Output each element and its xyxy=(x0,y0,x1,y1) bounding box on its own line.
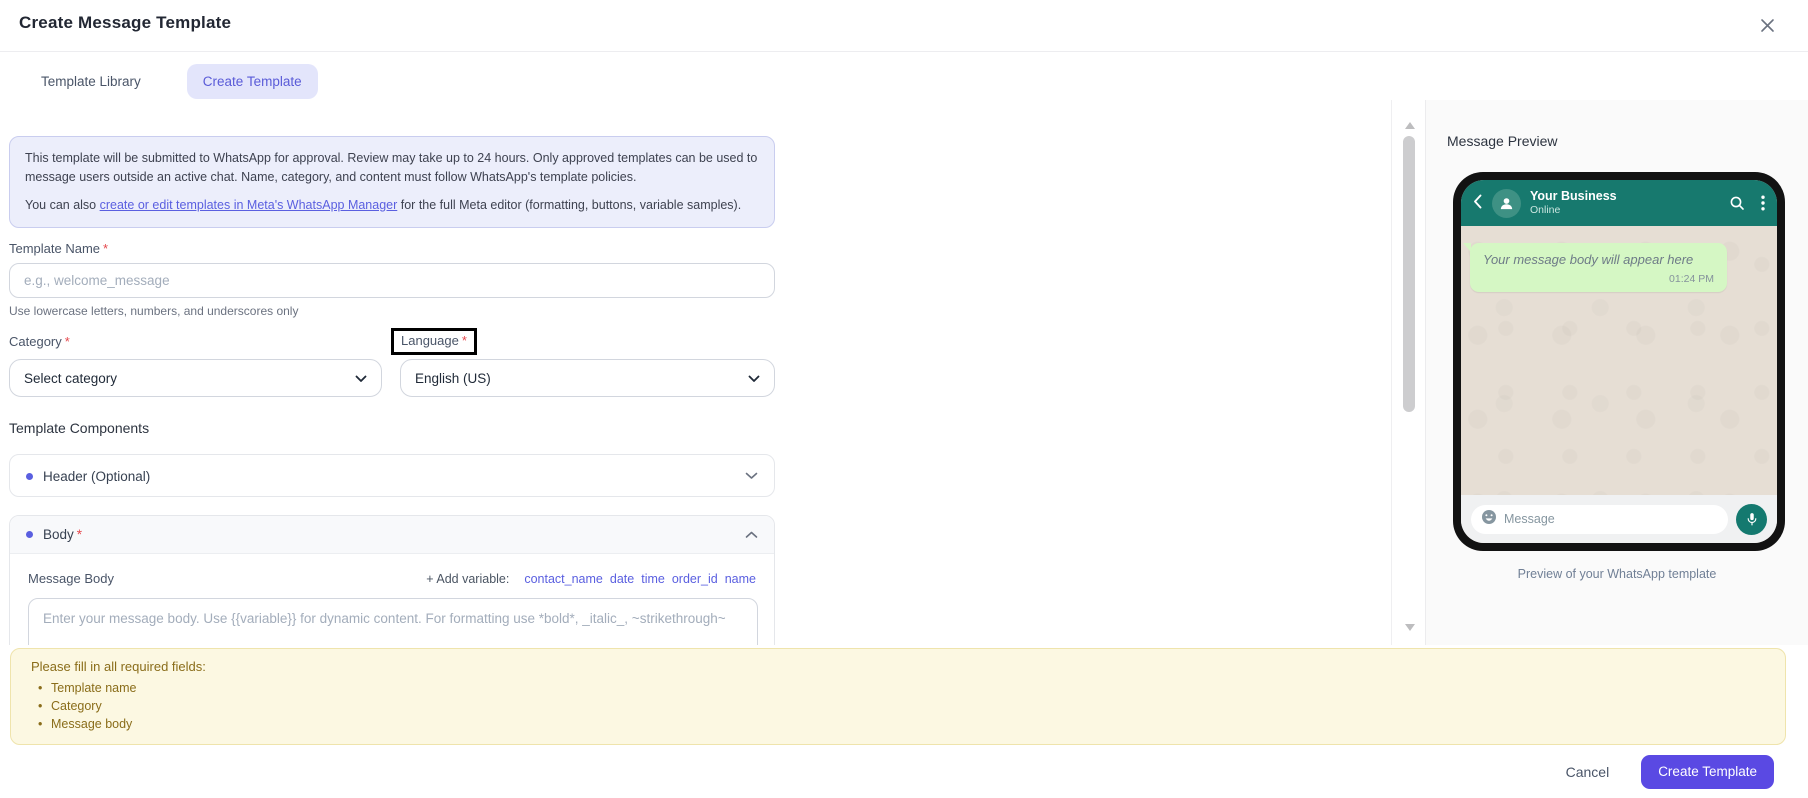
bullet-dot xyxy=(26,472,33,480)
variable-link-time[interactable]: time xyxy=(641,572,665,586)
mock-message-input: Message xyxy=(1471,504,1728,534)
template-form: This template will be submitted to Whats… xyxy=(0,100,1392,645)
dialog-header: Create Message Template xyxy=(0,0,1808,52)
message-bubble: Your message body will appear here 01:24… xyxy=(1463,243,1727,292)
language-label: Language * xyxy=(401,333,467,348)
variable-link-contact-name[interactable]: contact_name xyxy=(524,572,603,586)
tab-create-template[interactable]: Create Template xyxy=(186,63,318,99)
business-avatar xyxy=(1492,188,1521,218)
chevron-down-icon xyxy=(745,467,758,485)
required-asterisk: * xyxy=(76,527,83,542)
dialog-body: This template will be submitted to Whats… xyxy=(0,100,1808,645)
back-chevron-icon xyxy=(1473,194,1482,212)
template-name-label: Template Name * xyxy=(9,241,109,256)
template-components-heading: Template Components xyxy=(9,420,150,436)
validation-item-category: Category xyxy=(31,697,1765,715)
add-variable-label: + Add variable: xyxy=(426,572,510,586)
language-select-value: English (US) xyxy=(415,370,491,386)
search-icon xyxy=(1729,195,1745,211)
page-title: Create Message Template xyxy=(19,13,232,32)
header-section-label: Header (Optional) xyxy=(43,468,151,484)
scrollbar-down-arrow[interactable] xyxy=(1405,624,1415,631)
validation-title: Please fill in all required fields: xyxy=(31,659,206,674)
close-icon[interactable] xyxy=(1754,12,1780,38)
whatsapp-manager-link[interactable]: create or edit templates in Meta's Whats… xyxy=(100,198,398,212)
chevron-down-icon xyxy=(748,371,760,386)
kebab-menu-icon xyxy=(1761,195,1765,211)
category-select[interactable]: Select category xyxy=(9,359,382,397)
validation-warning-box: Please fill in all required fields: Temp… xyxy=(10,648,1786,745)
body-section-accordion: Body * Message Body + Add variable: conta… xyxy=(9,515,775,645)
message-preview-panel: Message Preview Your Business Online You… xyxy=(1425,100,1808,645)
bubble-placeholder-text: Your message body will appear here xyxy=(1483,252,1694,267)
validation-item-template-name: Template name xyxy=(31,679,1765,697)
dialog-footer: Cancel Create Template xyxy=(0,745,1808,798)
scrollbar-up-arrow[interactable] xyxy=(1405,122,1415,129)
body-section-label: Body * xyxy=(43,527,83,542)
category-label: Category * xyxy=(9,334,70,349)
body-section-header[interactable]: Body * xyxy=(10,516,774,554)
body-section-content: Message Body + Add variable: contact_nam… xyxy=(10,554,774,645)
chevron-down-icon xyxy=(355,371,367,386)
language-select[interactable]: English (US) xyxy=(400,359,775,397)
tab-bar: Template Library Create Template xyxy=(25,62,318,100)
variable-link-order-id[interactable]: order_id xyxy=(672,572,718,586)
create-template-button[interactable]: Create Template xyxy=(1641,754,1774,789)
preview-caption: Preview of your WhatsApp template xyxy=(1517,567,1717,581)
message-body-textarea[interactable] xyxy=(28,598,758,645)
template-name-helper: Use lowercase letters, numbers, and unde… xyxy=(9,304,299,318)
validation-item-message-body: Message body xyxy=(31,715,1765,733)
variable-link-name[interactable]: name xyxy=(725,572,756,586)
bubble-timestamp: 01:24 PM xyxy=(1669,272,1714,285)
banner-link-prefix: You can also xyxy=(25,197,100,212)
business-identity: Your Business Online xyxy=(1530,189,1617,217)
approval-info-banner: This template will be submitted to Whats… xyxy=(9,136,775,229)
form-scrollbar xyxy=(1398,100,1422,645)
online-status: Online xyxy=(1530,204,1561,217)
banner-text: This template will be submitted to Whats… xyxy=(25,151,758,185)
tab-template-library[interactable]: Template Library xyxy=(25,64,157,99)
phone-screen: Your Business Online Your message body w… xyxy=(1461,180,1777,543)
template-name-input[interactable] xyxy=(9,263,775,298)
whatsapp-chat-header: Your Business Online xyxy=(1461,180,1777,226)
create-message-template-dialog: Create Message Template Template Library… xyxy=(0,0,1808,798)
language-label-highlight-box: Language * xyxy=(391,328,477,355)
scrollbar-thumb[interactable] xyxy=(1403,136,1415,412)
message-body-label: Message Body xyxy=(28,571,114,586)
required-asterisk: * xyxy=(64,334,70,349)
emoji-icon xyxy=(1481,509,1497,530)
cancel-button[interactable]: Cancel xyxy=(1566,764,1610,780)
chat-input-bar: Message xyxy=(1461,495,1777,543)
preview-heading: Message Preview xyxy=(1447,133,1558,149)
required-asterisk: * xyxy=(461,333,467,348)
business-name: Your Business xyxy=(1530,189,1617,204)
category-select-value: Select category xyxy=(24,370,118,386)
required-asterisk: * xyxy=(103,241,109,256)
phone-mockup: Your Business Online Your message body w… xyxy=(1453,172,1785,551)
chevron-up-icon xyxy=(745,526,758,544)
mock-input-placeholder: Message xyxy=(1504,512,1555,526)
header-section-accordion[interactable]: Header (Optional) xyxy=(9,454,775,497)
bullet-dot xyxy=(26,531,33,538)
chat-wallpaper-area: Your message body will appear here 01:24… xyxy=(1461,226,1777,495)
mic-icon xyxy=(1736,503,1767,535)
banner-text-2: You can also create or edit templates in… xyxy=(25,196,759,215)
banner-link-suffix: for the full Meta editor (formatting, bu… xyxy=(397,197,742,212)
variable-link-date[interactable]: date xyxy=(610,572,634,586)
